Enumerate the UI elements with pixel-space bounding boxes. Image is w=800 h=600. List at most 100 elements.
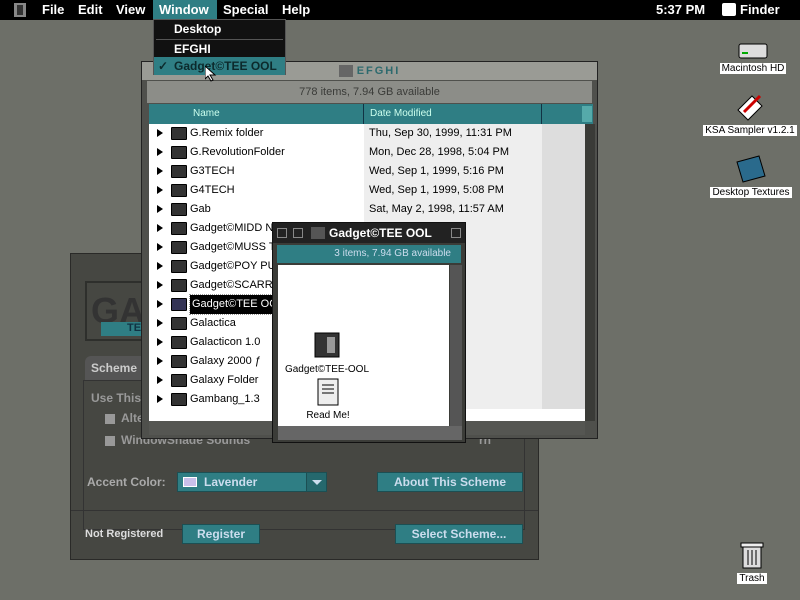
accent-color-popup[interactable]: Lavender <box>177 472 327 492</box>
file-name: Gadget©POY PUL <box>190 260 282 272</box>
disclosure-triangle-icon[interactable] <box>157 338 163 346</box>
menu-item-gadget-label: Gadget©TEE OOL <box>174 59 277 73</box>
folder-icon <box>171 241 187 254</box>
document-pen-icon <box>737 94 763 121</box>
col-name[interactable]: Name <box>193 108 220 119</box>
kind-column-bg <box>542 181 585 200</box>
table-row[interactable]: Gab Sat, May 2, 1998, 11:57 AM <box>149 200 585 219</box>
not-registered-label: Not Registered <box>85 528 164 540</box>
table-row[interactable]: G.RevolutionFolder Mon, Dec 28, 1998, 5:0… <box>149 143 585 162</box>
menu-special[interactable]: Special <box>217 0 275 20</box>
menu-item-desktop[interactable]: Desktop <box>154 20 285 38</box>
gadget-tee-ool-file[interactable]: Gadget©TEE-OOL <box>282 329 372 375</box>
macintosh-hd-label: Macintosh HD <box>719 63 787 74</box>
close-box-icon[interactable] <box>277 228 287 238</box>
list-header: Name Date Modified <box>149 104 593 124</box>
folder-icon <box>171 203 187 216</box>
kind-column-bg <box>542 162 585 181</box>
mouse-cursor-icon <box>205 66 217 82</box>
file-name: G3TECH <box>190 165 235 177</box>
tab-scheme[interactable]: Scheme <box>85 356 145 380</box>
apple-menu-icon[interactable] <box>12 2 30 18</box>
windowshade-sounds-checkbox[interactable] <box>105 436 115 446</box>
alternate-checkbox[interactable] <box>105 414 115 424</box>
file-name: Galacticon 1.0 <box>190 336 261 348</box>
kind-column-bg <box>542 219 585 238</box>
ksa-sampler-icon[interactable]: KSA Sampler v1.2.1 <box>700 92 800 136</box>
disclosure-triangle-icon[interactable] <box>157 186 163 194</box>
gadget-folder-window: Gadget©TEE OOL 3 items, 7.94 GB availabl… <box>272 222 466 443</box>
disclosure-triangle-icon[interactable] <box>157 395 163 403</box>
disclosure-triangle-icon[interactable] <box>157 148 163 156</box>
lavender-swatch <box>183 477 197 487</box>
disclosure-triangle-icon[interactable] <box>157 319 163 327</box>
file-name: Galaxy 2000 ƒ <box>190 355 261 367</box>
folder-icon <box>171 222 187 235</box>
menu-edit[interactable]: Edit <box>72 0 109 20</box>
menu-item-gadget-tee-ool[interactable]: ✓ Gadget©TEE OOL <box>154 57 285 75</box>
file-name: Galactica <box>190 317 236 329</box>
register-button[interactable]: Register <box>182 524 260 544</box>
disclosure-triangle-icon[interactable] <box>157 376 163 384</box>
table-row[interactable]: G4TECH Wed, Sep 1, 1999, 5:08 PM <box>149 181 585 200</box>
file-label: Gadget©TEE-OOL <box>284 364 370 375</box>
disclosure-triangle-icon[interactable] <box>157 300 163 308</box>
folder-icon <box>171 298 187 311</box>
disclosure-triangle-icon[interactable] <box>157 262 163 270</box>
about-scheme-button[interactable]: About This Scheme <box>377 472 523 492</box>
folder-icon <box>171 279 187 292</box>
disclosure-triangle-icon[interactable] <box>157 205 163 213</box>
hard-disk-icon <box>738 43 768 59</box>
file-name: Gadget©SCARR L <box>190 279 282 291</box>
menu-file[interactable]: File <box>36 0 70 20</box>
kind-column-bg <box>542 276 585 295</box>
menu-item-efghi[interactable]: EFGHI <box>154 40 285 58</box>
window-title-bar[interactable]: Gadget©TEE OOL <box>273 223 465 243</box>
desktop-textures-icon[interactable]: Desktop Textures <box>704 154 798 198</box>
collapse-box-icon[interactable] <box>293 228 303 238</box>
folder-icon <box>171 260 187 273</box>
menu-view[interactable]: View <box>110 0 151 20</box>
disclosure-triangle-icon[interactable] <box>157 357 163 365</box>
trash-label: Trash <box>737 573 767 584</box>
kind-column-bg <box>542 371 585 390</box>
kind-column-bg <box>542 352 585 371</box>
clock[interactable]: 5:37 PM <box>650 0 711 20</box>
read-me-file[interactable]: Read Me! <box>298 377 358 421</box>
kind-column-bg <box>542 295 585 314</box>
file-date: Wed, Sep 1, 1999, 5:08 PM <box>369 184 504 196</box>
macintosh-hd-icon[interactable]: Macintosh HD <box>716 40 790 74</box>
disclosure-triangle-icon[interactable] <box>157 129 163 137</box>
folder-icon <box>736 155 766 183</box>
folder-icon <box>171 336 187 349</box>
horizontal-scrollbar[interactable] <box>278 426 462 440</box>
table-row[interactable]: G3TECH Wed, Sep 1, 1999, 5:16 PM <box>149 162 585 181</box>
table-row[interactable]: G.Remix folder Thu, Sep 30, 1999, 11:31 P… <box>149 124 585 143</box>
file-name: Gadget©MUSS TE <box>190 241 283 253</box>
kind-column-bg <box>542 238 585 257</box>
file-date: Wed, Sep 1, 1999, 5:16 PM <box>369 165 504 177</box>
menu-window[interactable]: Window <box>153 0 217 20</box>
app-menu-finder[interactable]: Finder <box>734 0 786 20</box>
disclosure-triangle-icon[interactable] <box>157 167 163 175</box>
sort-direction-icon[interactable] <box>582 106 592 122</box>
folder-icon <box>171 374 187 387</box>
select-scheme-button[interactable]: Select Scheme... <box>395 524 523 544</box>
kind-column-bg <box>542 333 585 352</box>
document-icon <box>317 378 339 406</box>
vertical-scrollbar[interactable] <box>450 265 462 426</box>
accent-color-label: Accent Color: <box>87 475 166 489</box>
folder-icon <box>171 146 187 159</box>
col-date[interactable]: Date Modified <box>370 108 432 119</box>
window-menu-dropdown: Desktop EFGHI ✓ Gadget©TEE OOL <box>153 19 286 75</box>
zoom-box-icon[interactable] <box>451 228 461 238</box>
window-title: EFGHI <box>356 65 401 77</box>
file-name: G.RevolutionFolder <box>190 146 285 158</box>
vertical-scrollbar[interactable] <box>585 124 595 421</box>
disclosure-triangle-icon[interactable] <box>157 243 163 251</box>
trash-icon[interactable]: Trash <box>732 540 772 584</box>
disclosure-triangle-icon[interactable] <box>157 281 163 289</box>
menu-help[interactable]: Help <box>276 0 316 20</box>
items-info: 778 items, 7.94 GB available <box>147 81 592 103</box>
disclosure-triangle-icon[interactable] <box>157 224 163 232</box>
